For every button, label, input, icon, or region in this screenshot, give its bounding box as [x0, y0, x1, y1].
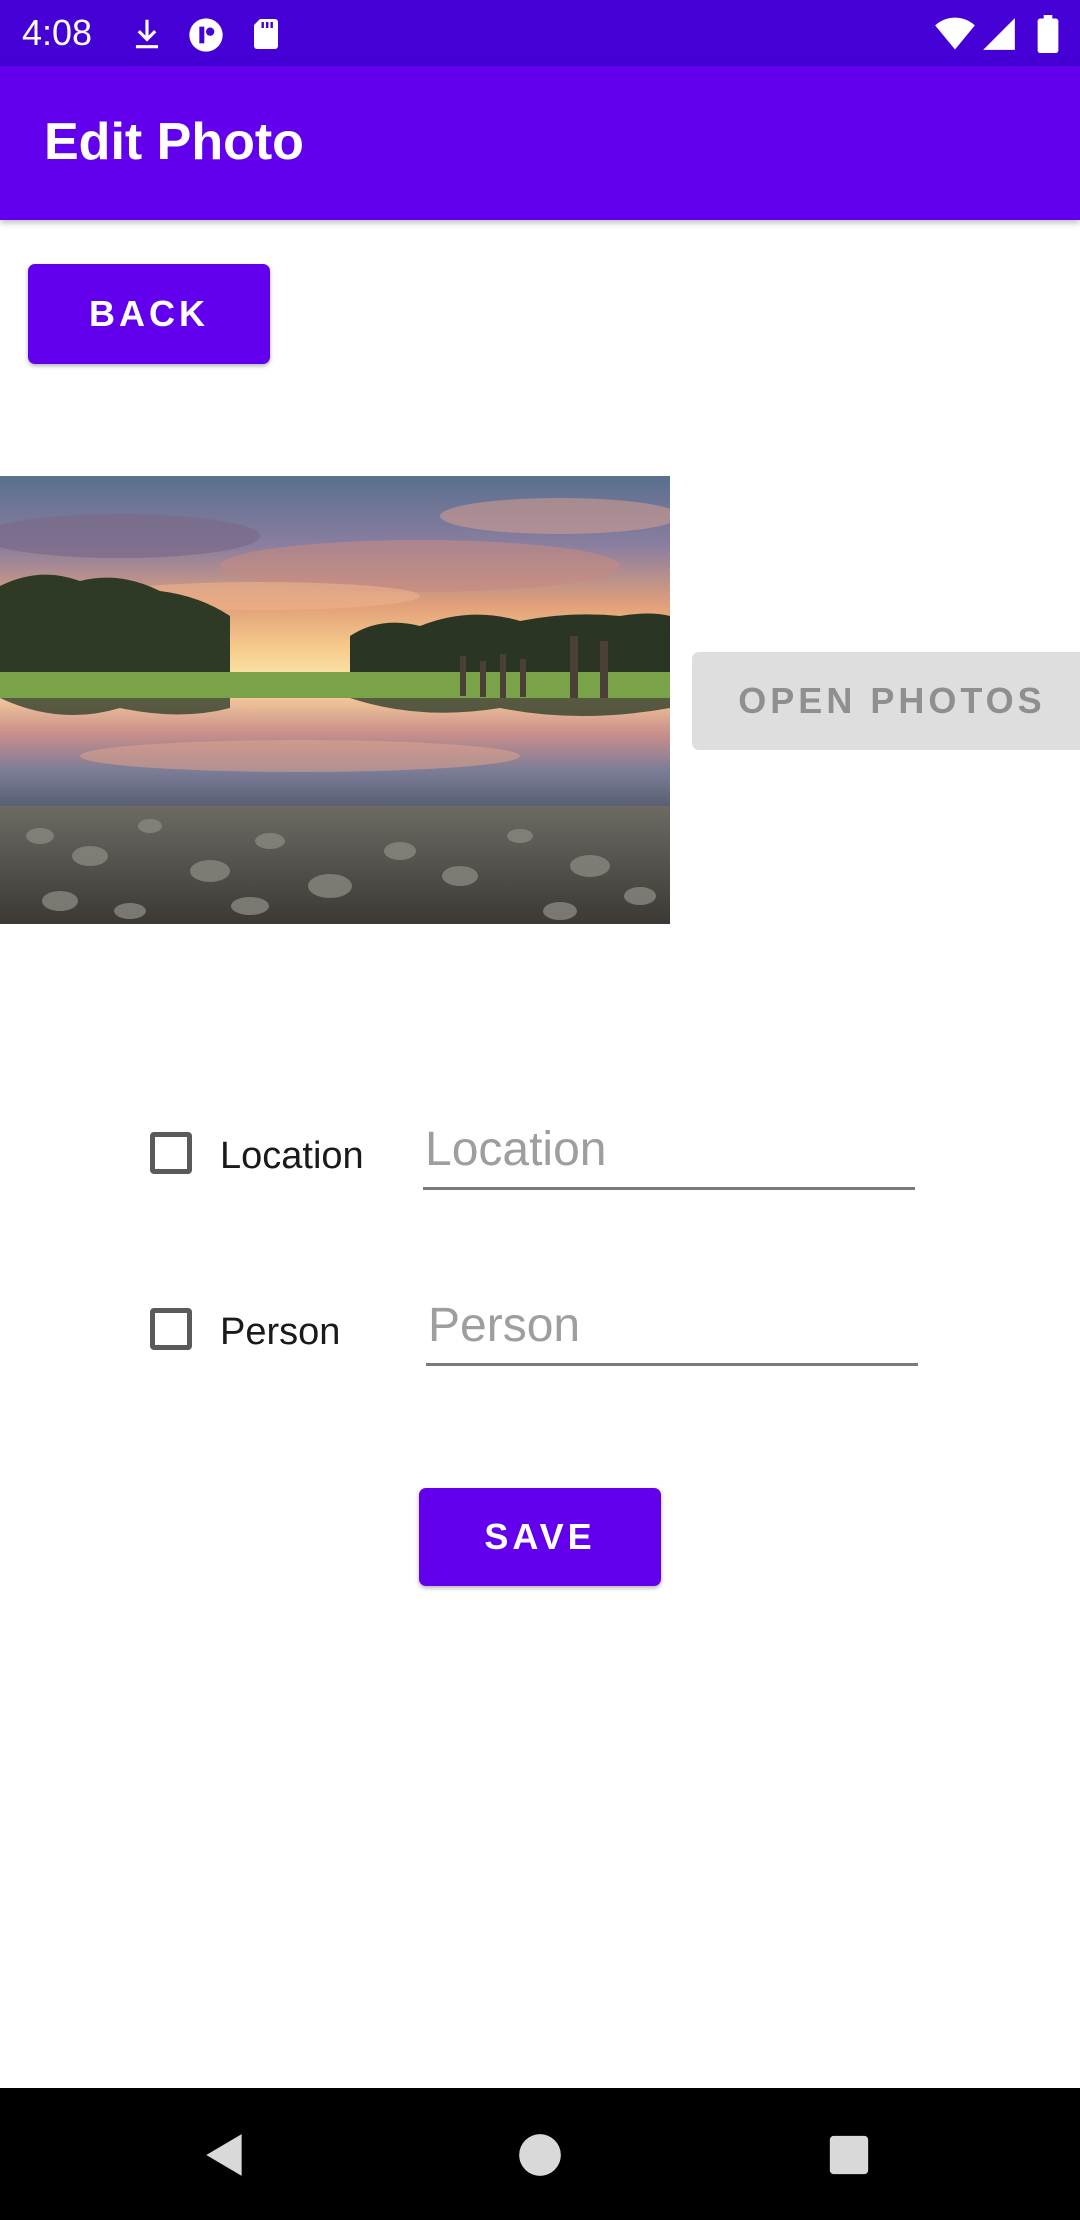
back-icon[interactable]	[200, 2130, 250, 2180]
status-bar: 4:08	[0, 0, 1080, 66]
download-icon	[135, 19, 159, 49]
recents-icon[interactable]	[826, 2132, 872, 2178]
app-bar: Edit Photo	[0, 66, 1080, 220]
person-checkbox-label: Person	[220, 1311, 341, 1353]
save-button[interactable]: SAVE	[419, 1488, 661, 1586]
wifi-icon	[935, 17, 975, 50]
back-button[interactable]: BACK	[28, 264, 270, 364]
app-notification-icon	[189, 18, 223, 52]
cell-signal-icon	[983, 18, 1015, 50]
person-checkbox[interactable]	[150, 1308, 192, 1350]
photo-preview-image	[0, 476, 670, 924]
person-input[interactable]	[426, 1296, 918, 1366]
location-checkbox-label: Location	[220, 1135, 364, 1177]
location-input[interactable]	[423, 1120, 915, 1190]
open-photos-button[interactable]: OPEN PHOTOS	[692, 652, 1080, 750]
status-time: 4:08	[22, 12, 93, 53]
sd-card-icon	[254, 19, 278, 49]
navigation-bar	[0, 2088, 1080, 2220]
page-title: Edit Photo	[44, 113, 304, 171]
battery-icon	[1037, 15, 1059, 53]
location-checkbox[interactable]	[150, 1132, 192, 1174]
photo-preview	[0, 476, 670, 924]
home-icon[interactable]	[515, 2130, 565, 2180]
